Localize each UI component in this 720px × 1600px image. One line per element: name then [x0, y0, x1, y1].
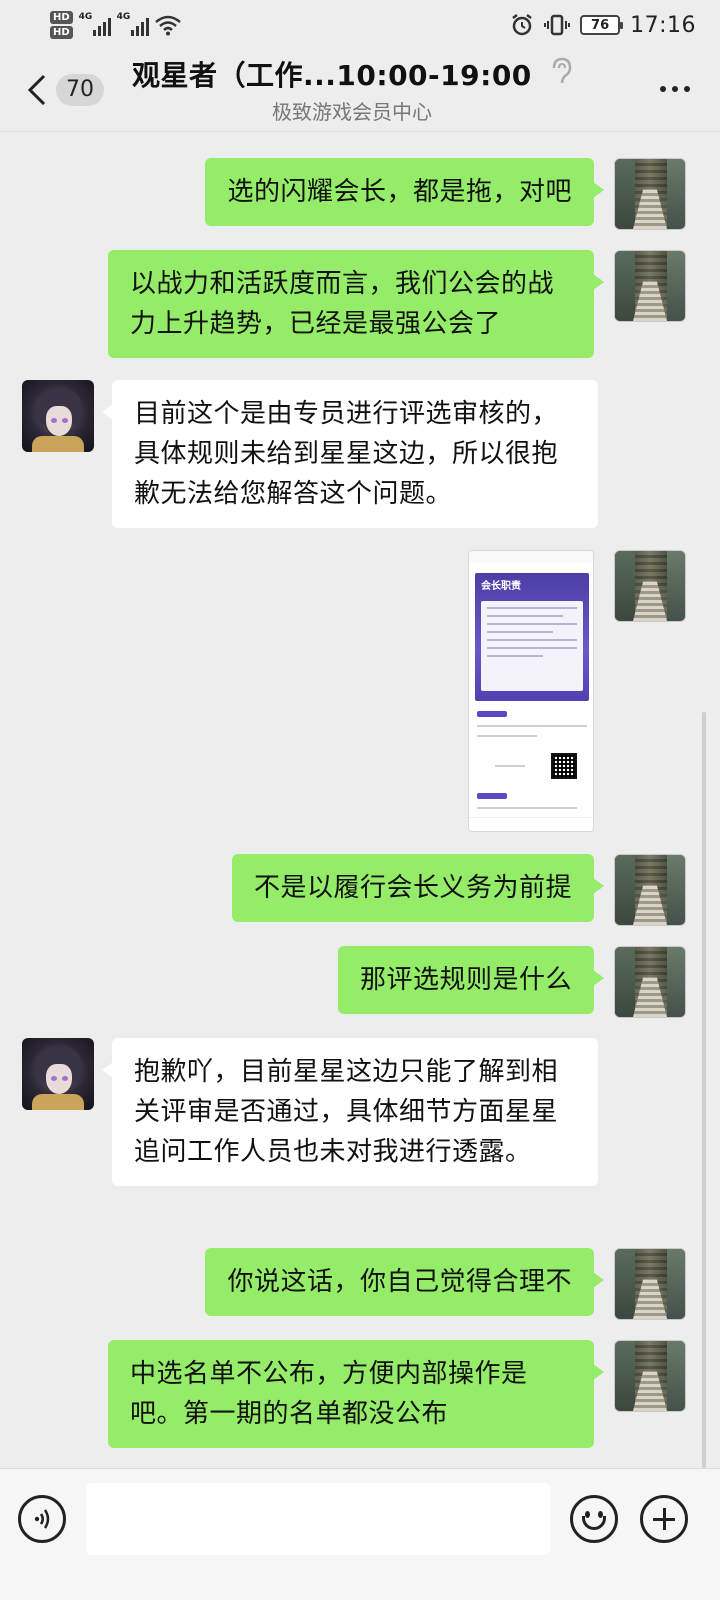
- scrollbar[interactable]: [702, 712, 706, 1468]
- status-time: 17:16: [630, 12, 696, 38]
- vibrate-icon: [544, 14, 571, 36]
- image-text-line: [477, 807, 577, 809]
- message-input[interactable]: [86, 1483, 550, 1555]
- qr-code-image: [551, 753, 577, 779]
- image-tag: [477, 793, 507, 799]
- status-bar: HD HD 4G 4G 76 17:16: [0, 0, 720, 50]
- message-bubble-incoming[interactable]: 目前这个是由专员进行评选审核的，具体规则未给到星星这边，所以很抱歉无法给您解答这…: [102, 380, 598, 528]
- earpiece-mode-icon: [552, 57, 572, 84]
- self-avatar[interactable]: [614, 550, 686, 622]
- back-button[interactable]: [26, 72, 48, 108]
- image-banner-heading: 会长职责: [481, 581, 521, 592]
- voice-icon: [34, 1509, 50, 1529]
- message-bubble-outgoing[interactable]: 你说这话，你自己觉得合理不: [205, 1248, 604, 1316]
- hd-indicators: HD HD: [50, 11, 73, 39]
- message-bubble-incoming[interactable]: 抱歉吖，目前星星这边只能了解到相关评审是否通过，具体细节方面星星追问工作人员也未…: [102, 1038, 598, 1186]
- image-text-line: [477, 725, 587, 727]
- status-left: HD HD 4G 4G: [50, 11, 181, 39]
- chat-header: 70 观星者（工作...10:00-19:00） 极致游戏会员中心: [0, 50, 720, 132]
- chat-subtitle: 极致游戏会员中心: [272, 100, 432, 124]
- battery-level: 76: [591, 17, 610, 33]
- image-text-card: [481, 601, 583, 691]
- agent-avatar[interactable]: [22, 380, 94, 452]
- signal-icon: 4G: [78, 12, 111, 36]
- more-dot-icon: [684, 86, 690, 92]
- image-text-line: [495, 765, 525, 767]
- unread-count-badge[interactable]: 70: [56, 74, 104, 106]
- emoji-icon-mouth: [582, 1516, 606, 1530]
- chat-input-bar: [0, 1468, 720, 1600]
- image-tag: [477, 711, 507, 717]
- self-avatar[interactable]: [614, 158, 686, 230]
- image-banner: 会长职责: [475, 573, 589, 701]
- hd-badge-2: HD: [50, 26, 73, 39]
- more-dot-icon: [672, 86, 678, 92]
- self-avatar[interactable]: [614, 854, 686, 926]
- network-type-2: 4G: [116, 12, 131, 22]
- hd-badge-1: HD: [50, 11, 73, 24]
- message-bubble-outgoing[interactable]: 选的闪耀会长，都是拖，对吧: [205, 158, 604, 226]
- self-avatar[interactable]: [614, 946, 686, 1018]
- self-avatar[interactable]: [614, 250, 686, 322]
- image-status-bar: [469, 551, 593, 563]
- status-right: 76 17:16: [510, 13, 696, 38]
- wifi-icon: [154, 15, 181, 36]
- self-avatar[interactable]: [614, 1248, 686, 1320]
- message-bubble-outgoing[interactable]: 以战力和活跃度而言，我们公会的战力上升趋势，已经是最强公会了: [108, 250, 604, 358]
- agent-avatar[interactable]: [22, 1038, 94, 1110]
- image-footer: [469, 817, 593, 831]
- chevron-left-icon: [27, 74, 46, 106]
- self-avatar[interactable]: [614, 1340, 686, 1412]
- more-options-button[interactable]: [660, 86, 690, 92]
- network-type-1: 4G: [78, 12, 93, 22]
- more-dot-icon: [660, 86, 666, 92]
- voice-input-button[interactable]: [18, 1495, 66, 1543]
- emoji-button[interactable]: [570, 1495, 618, 1543]
- battery-icon: 76: [580, 15, 624, 35]
- message-bubble-outgoing[interactable]: 那评选规则是什么: [337, 946, 605, 1014]
- alarm-icon: [512, 14, 532, 36]
- message-bubble-outgoing[interactable]: 中选名单不公布，方便内部操作是吧。第一期的名单都没公布: [108, 1340, 604, 1448]
- signal-icon-2: 4G: [116, 12, 149, 36]
- image-message[interactable]: 会长职责: [468, 550, 594, 832]
- chat-title: 观星者（工作...10:00-19:00）: [132, 59, 532, 92]
- more-functions-button[interactable]: [640, 1495, 688, 1543]
- message-bubble-outgoing[interactable]: 不是以履行会长义务为前提: [231, 854, 605, 922]
- image-text-line: [477, 735, 537, 737]
